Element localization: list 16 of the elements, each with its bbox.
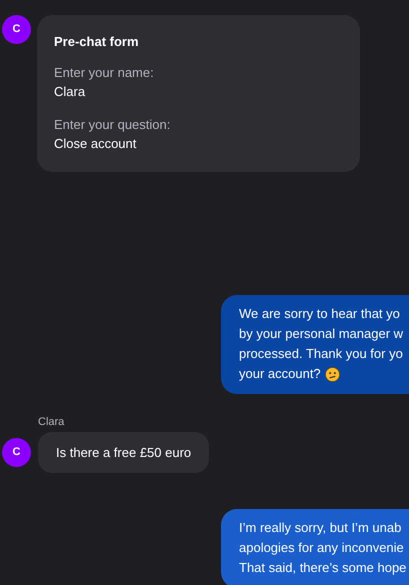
message-text: processed. Thank you for yo [239, 345, 404, 363]
message-text: I’m really sorry, but I’m unab [239, 519, 402, 537]
message-text: by your personal manager w [239, 325, 404, 343]
sender-name: Clara [38, 416, 66, 429]
avatar: C [2, 15, 31, 44]
message-text: your account? [239, 365, 321, 383]
visitor-message-bubble: Is there a free £50 euro [38, 432, 210, 473]
field-value: Close account [54, 135, 138, 153]
form-title: Pre-chat form [54, 33, 140, 51]
avatar: C [2, 438, 31, 467]
field-value: Clara [54, 83, 86, 101]
message-text: That said, there’s some hope [239, 559, 408, 577]
field-label: Enter your name: [54, 64, 155, 82]
message-text: We are sorry to hear that yo [239, 305, 401, 323]
field-label: Enter your question: [54, 116, 172, 134]
message-text: apologies for any inconvenie [239, 539, 405, 557]
